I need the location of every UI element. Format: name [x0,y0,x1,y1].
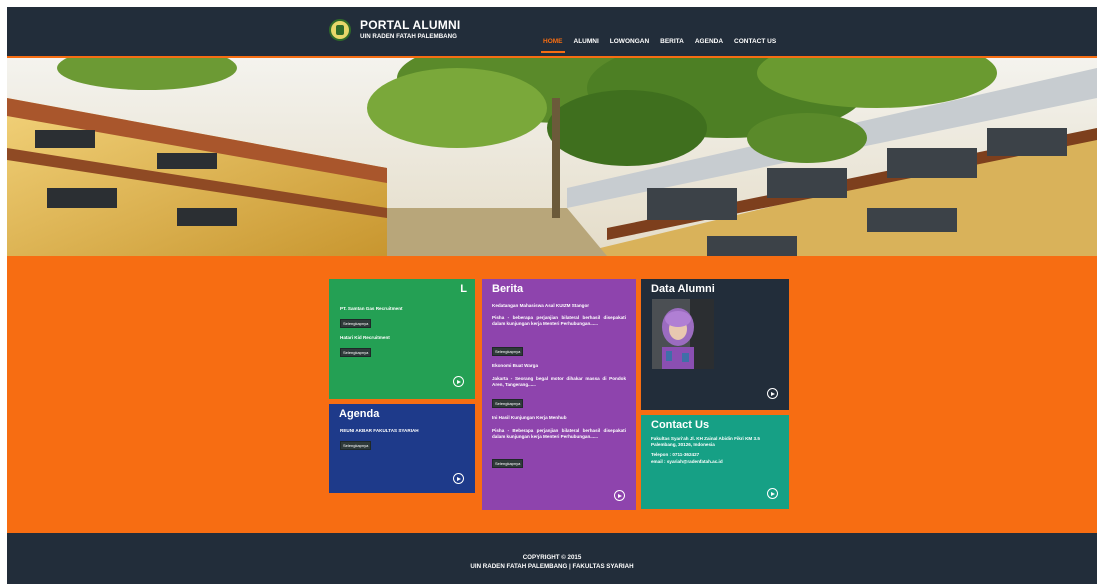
contact-us-title: Contact Us [651,419,710,431]
berita-more-button[interactable]: Selengkapnya [492,459,524,468]
main-nav: HOME ALUMNI LOWONGAN BERITA AGENDA CONTA… [541,38,776,53]
data-alumni-card: Data Alumni [641,279,789,410]
berita-title: Berita [492,283,524,295]
berita-more-button[interactable]: Selengkapnya [492,347,524,356]
logo-icon[interactable] [329,19,351,41]
lowongan-item-title[interactable]: PT. Samtan Gas Recruitment [340,306,403,312]
page: PORTAL ALUMNI UIN RADEN FATAH PALEMBANG … [7,7,1097,584]
nav-contact-us[interactable]: CONTACT US [734,38,776,45]
hero-image [7,58,1097,256]
contact-phone: Telepon : 0711-362427 [651,452,700,457]
agenda-item-title[interactable]: REUNI AKBAR FAKULTAS SYARIAH [340,428,419,434]
data-alumni-title: Data Alumni [651,283,715,295]
header: PORTAL ALUMNI UIN RADEN FATAH PALEMBANG … [7,7,1097,58]
footer-institution: UIN RADEN FATAH PALEMBANG | FAKULTAS SYA… [470,563,634,570]
nav-berita[interactable]: BERITA [660,38,684,45]
berita-item-text: Jakarta - Seorang begal motor dihakar ma… [492,376,626,387]
berita-item-title[interactable]: Ini Hasil Kunjungan Kerja Menhub [492,415,628,421]
lowongan-more-button[interactable]: Selengkapnya [340,348,372,357]
contact-address: Fakultas Syari'ah Jl. KH Zainal Abidin F… [651,436,760,447]
berita-item-text: Pisha - beberapa perjanjian bilateral be… [492,315,626,326]
lowongan-title: L [460,283,467,295]
lowongan-card: L PT. Samtan Gas Recruitment Selengkapny… [329,279,475,399]
berita-item-text: Pisha - Beberapa perjanjian bilateral be… [492,428,626,439]
nav-agenda[interactable]: AGENDA [695,38,723,45]
campus-building-photo [7,58,1097,256]
nav-alumni[interactable]: ALUMNI [574,38,599,45]
berita-item-title[interactable]: Ekonomi Buat Warga [492,363,628,369]
site-title[interactable]: PORTAL ALUMNI [360,18,460,32]
arrow-right-circle-icon[interactable] [453,376,464,387]
nav-lowongan[interactable]: LOWONGAN [610,38,649,45]
berita-card: Berita Kedatangan Mahasiswa Asal KUIZM S… [482,279,636,510]
footer: COPYRIGHT © 2015 UIN RADEN FATAH PALEMBA… [7,533,1097,584]
contact-us-card: Contact Us Fakultas Syari'ah Jl. KH Zain… [641,415,789,509]
alumni-photo[interactable] [652,299,714,369]
berita-more-button[interactable]: Selengkapnya [492,399,524,408]
arrow-right-circle-icon[interactable] [767,388,778,399]
berita-item-title[interactable]: Kedatangan Mahasiswa Asal KUIZM Stangor [492,303,628,309]
footer-copyright: COPYRIGHT © 2015 [522,554,582,561]
site-subtitle: UIN RADEN FATAH PALEMBANG [360,33,457,40]
lowongan-item-title[interactable]: Hatari Kid Recruitment [340,335,390,341]
arrow-right-circle-icon[interactable] [767,488,778,499]
agenda-title: Agenda [339,408,380,420]
arrow-right-circle-icon[interactable] [614,490,625,501]
arrow-right-circle-icon[interactable] [453,473,464,484]
nav-home[interactable]: HOME [541,38,564,53]
agenda-more-button[interactable]: Selengkapnya [340,441,372,450]
lowongan-more-button[interactable]: Selengkapnya [340,319,372,328]
agenda-card: Agenda REUNI AKBAR FAKULTAS SYARIAH Sele… [329,404,475,493]
contact-email[interactable]: email : syariah@radenfatah.ac.id [651,459,783,465]
